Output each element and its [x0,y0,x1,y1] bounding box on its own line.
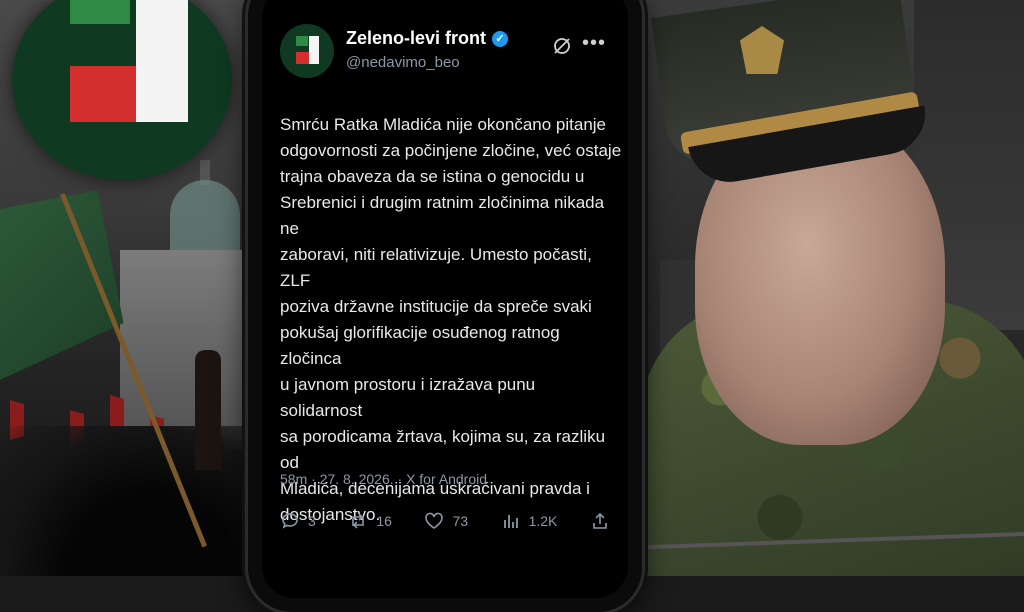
name-row: Zeleno-levi front ✓ [346,28,509,49]
grok-icon[interactable] [552,36,572,61]
like-icon [425,512,444,529]
tweet-line: trajna obaveza da se istina o genocidu u [280,167,585,186]
logo-red-block [70,66,136,122]
views-count: 1.2K [528,513,558,529]
display-name[interactable]: Zeleno-levi front [346,28,486,49]
logo-green-block [70,0,130,24]
reply-button[interactable]: 3 [280,511,316,531]
avatar-green-block [296,36,308,46]
raised-fist [195,350,221,470]
avatar-red-block [296,52,309,64]
tweet-line: Smrću Ratka Mladića nije okončano pitanj… [280,115,607,134]
verified-badge-icon: ✓ [492,30,509,47]
tweet-line: zaboravi, niti relativizuje. Umesto poča… [280,245,592,290]
tweet-text: Smrću Ratka Mladića nije okončano pitanj… [280,112,622,528]
like-count: 73 [452,513,469,529]
green-flag [0,190,124,380]
tweet-line: sa porodicama žrtava, kojima su, za razl… [280,427,606,472]
repost-button[interactable]: 16 [348,511,392,531]
tweet-line: poziva državne institucije da spreče sva… [280,297,592,316]
action-bar: 3 16 73 1.2K [280,509,610,533]
like-button[interactable]: 73 [424,511,468,531]
phone-screen: Zeleno-levi front ✓ @nedavimo_beo ••• Sm… [262,0,628,598]
share-button[interactable] [590,511,610,531]
reply-icon [282,513,298,529]
avatar-white-block [309,36,319,64]
share-icon [593,512,607,529]
tweet-line: u javnom prostoru i izražava punu solida… [280,375,536,420]
repost-count: 16 [376,513,392,529]
tweet-line: pokušaj glorifikacije osuđenog ratnog zl… [280,323,560,368]
tweet-meta[interactable]: 58m · 27. 8. 2026. · X for Android [280,471,487,487]
tweet-header: Zeleno-levi front ✓ @nedavimo_beo ••• [280,24,610,84]
handle[interactable]: @nedavimo_beo [346,54,460,71]
phone-frame: Zeleno-levi front ✓ @nedavimo_beo ••• Sm… [248,0,642,612]
tweet-line: Srebrenici i drugim ratnim zločinima nik… [280,193,605,238]
tweet-line: odgovornosti za počinjene zločine, već o… [280,141,622,160]
avatar[interactable] [280,24,334,78]
repost-icon [352,513,365,529]
reply-count: 3 [308,513,316,529]
views-icon [503,515,518,528]
views-button[interactable]: 1.2K [501,511,558,531]
logo-white-block [136,0,188,122]
more-icon[interactable]: ••• [582,32,606,55]
parliament-dome [170,180,240,250]
